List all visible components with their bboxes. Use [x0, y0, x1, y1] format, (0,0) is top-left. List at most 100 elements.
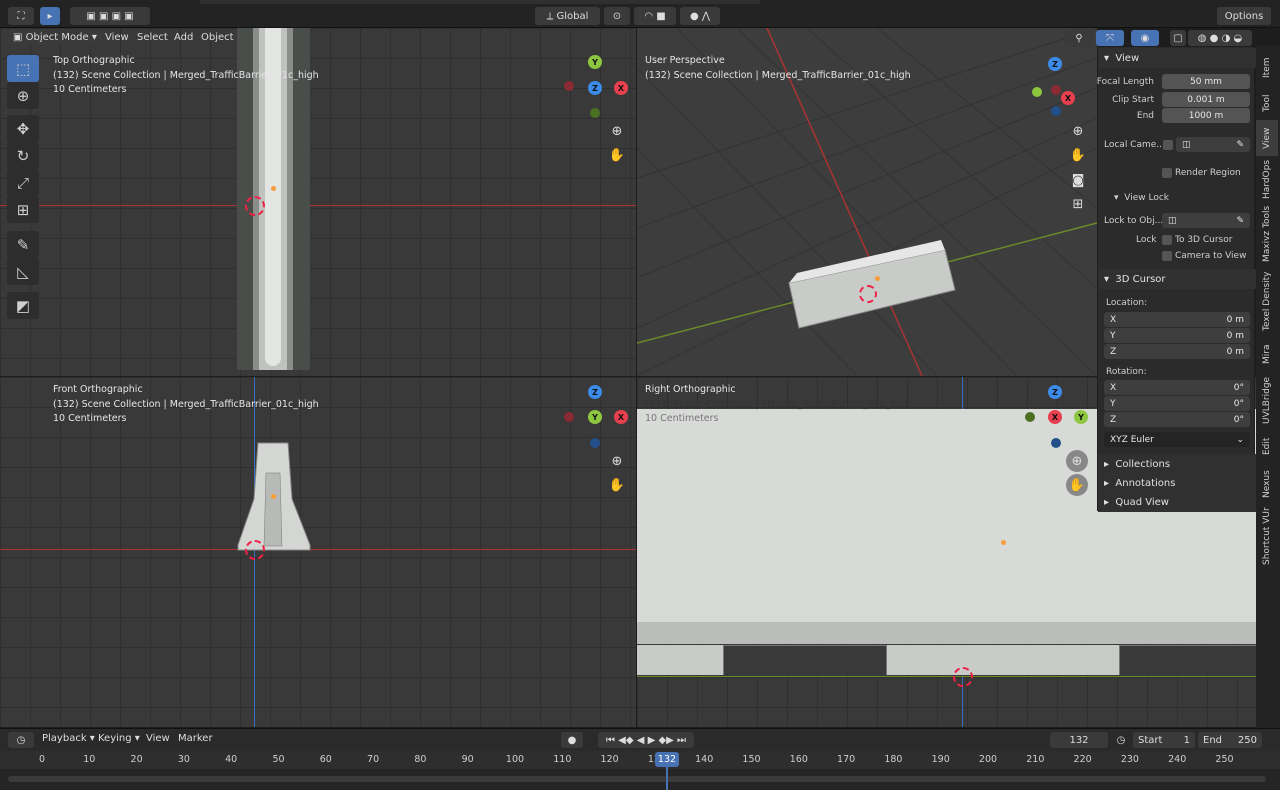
tab-mira[interactable]: Mira — [1256, 336, 1278, 372]
viewport-front-ortho[interactable]: Front Orthographic (132) Scene Collectio… — [0, 377, 636, 727]
quad-view-panel-header[interactable]: ▸ Quad View — [1098, 492, 1256, 512]
gizmo-neg-z[interactable] — [1051, 438, 1061, 448]
start-frame-field[interactable]: Start 1 — [1133, 732, 1195, 748]
annotations-panel-header[interactable]: ▸ Annotations — [1098, 473, 1256, 493]
tab-edit[interactable]: Edit — [1256, 428, 1278, 464]
select-menu[interactable]: Select — [137, 29, 168, 45]
grid-view-icon[interactable]: ⊞ — [1067, 193, 1089, 215]
timeline-view-menu[interactable]: View — [146, 733, 170, 744]
visibility-dropdown[interactable]: ⚲ — [1065, 30, 1093, 46]
focal-length-field[interactable]: 50 mm — [1162, 74, 1250, 89]
tab-uvlbridge[interactable]: UVLBridge — [1256, 372, 1278, 428]
gizmo-neg-x[interactable] — [1051, 85, 1061, 95]
local-camera-checkbox[interactable] — [1163, 140, 1173, 150]
gizmo-y-axis[interactable]: Y — [1074, 410, 1088, 424]
clip-start-field[interactable]: 0.001 m — [1162, 92, 1250, 107]
view-menu[interactable]: View — [105, 29, 129, 45]
gizmo-x-axis[interactable]: X — [614, 410, 628, 424]
view-lock-subheader[interactable]: ▾ View Lock — [1114, 193, 1169, 203]
gizmo-z-axis[interactable]: Z — [1048, 385, 1062, 399]
tab-tool[interactable]: Tool — [1256, 86, 1278, 120]
shading-mode-buttons[interactable]: ◍ ● ◑ ◒ — [1188, 30, 1252, 46]
to-3d-cursor-checkbox[interactable] — [1162, 235, 1172, 245]
clip-end-field[interactable]: 1000 m — [1162, 108, 1250, 123]
viewport-perspective[interactable]: User Perspective (132) Scene Collection … — [637, 28, 1097, 376]
clock-icon[interactable]: ◷ — [1112, 732, 1130, 748]
current-frame-field[interactable]: 132 — [1050, 732, 1108, 748]
gizmo-y-axis[interactable]: Y — [588, 55, 602, 69]
gizmo-neg-z[interactable] — [1051, 106, 1061, 116]
gizmo-neg-x[interactable] — [564, 81, 574, 91]
timeline-scrub-area[interactable] — [0, 769, 1280, 790]
move-tool[interactable]: ✥ — [7, 115, 39, 142]
pan-hand-icon[interactable]: ✋ — [606, 144, 628, 166]
frame-ruler[interactable]: 0102030405060708090100110120130140150160… — [0, 751, 1280, 769]
add-cube-tool[interactable]: ◩ — [7, 292, 39, 319]
viewport-top-ortho[interactable]: ▣ Object Mode ▾ View Select Add Object T… — [0, 28, 636, 376]
gizmo-z-axis[interactable]: Z — [588, 385, 602, 399]
eyedropper-icon[interactable]: ✎ — [1236, 216, 1244, 226]
select-box-tool[interactable]: ⬚ — [7, 55, 39, 82]
tab-texel-density[interactable]: Texel Density — [1256, 266, 1278, 336]
gizmo-toggle-button[interactable]: ⤧ — [1096, 30, 1124, 46]
gizmo-neg-z[interactable] — [590, 438, 600, 448]
location-y-field[interactable]: Y0 m — [1104, 328, 1250, 343]
zoom-icon[interactable]: ⊕ — [606, 120, 628, 142]
selection-mode-buttons[interactable]: ▣ ▣ ▣ ▣ — [70, 7, 150, 25]
rotate-tool[interactable]: ↻ — [7, 142, 39, 169]
gizmo-x-axis[interactable]: X — [614, 81, 628, 95]
proportional-edit-button[interactable]: ● ⋀ — [680, 7, 720, 25]
playback-menu[interactable]: Playback ▾ — [42, 733, 95, 744]
gizmo-x-axis[interactable]: X — [1048, 410, 1062, 424]
tab-item[interactable]: Item — [1256, 50, 1278, 86]
zoom-icon[interactable]: ⊕ — [1066, 450, 1088, 472]
overlay-toggle-button[interactable]: ◉ — [1131, 30, 1159, 46]
transform-tool[interactable]: ⊞ — [7, 196, 39, 223]
object-menu[interactable]: Object — [201, 29, 234, 45]
camera-icon[interactable]: ◙ — [1067, 169, 1089, 191]
camera-to-view-checkbox[interactable] — [1162, 251, 1172, 261]
rotation-y-field[interactable]: Y 0° — [1104, 396, 1250, 411]
annotate-tool[interactable]: ✎ — [7, 231, 39, 258]
pan-hand-icon[interactable]: ✋ — [1066, 474, 1088, 496]
keying-menu[interactable]: Keying ▾ — [98, 733, 140, 744]
zoom-icon[interactable]: ⊕ — [606, 450, 628, 472]
render-region-checkbox[interactable] — [1162, 168, 1172, 178]
gizmo-y-axis[interactable] — [1032, 87, 1042, 97]
add-menu[interactable]: Add — [174, 29, 193, 45]
gizmo-x-axis[interactable]: X — [1061, 91, 1075, 105]
marker-menu[interactable]: Marker — [178, 733, 213, 744]
3d-cursor-panel-header[interactable]: ▾ 3D Cursor — [1098, 269, 1256, 289]
gizmo-neg-x[interactable] — [564, 412, 574, 422]
rotation-x-field[interactable]: X 0° — [1104, 380, 1250, 395]
editor-type-button[interactable]: ⛶ — [8, 7, 34, 25]
gizmo-neg-y[interactable] — [590, 108, 600, 118]
gizmo-neg-y[interactable] — [1025, 412, 1035, 422]
measure-tool[interactable]: ◺ — [7, 258, 39, 285]
pan-hand-icon[interactable]: ✋ — [606, 474, 628, 496]
tab-hardops[interactable]: HardOps — [1256, 156, 1278, 202]
local-camera-field[interactable]: ◫ ✎ — [1176, 137, 1250, 152]
tab-shortcut-vur[interactable]: Shortcut VUr — [1256, 504, 1278, 568]
scale-tool[interactable]: ⤢ — [7, 169, 39, 196]
select-tool-button[interactable]: ▸ — [40, 7, 60, 25]
lock-to-object-field[interactable]: ◫ ✎ — [1162, 213, 1250, 228]
transform-orientation-dropdown[interactable]: ⟂ Global — [535, 7, 600, 25]
view-panel-header[interactable]: ▾ View — [1098, 48, 1256, 68]
tab-nexus[interactable]: Nexus — [1256, 464, 1278, 504]
playhead-label[interactable]: 132 — [655, 752, 679, 767]
zoom-icon[interactable]: ⊕ — [1067, 120, 1089, 142]
xray-toggle-button[interactable]: ▢ — [1170, 30, 1186, 46]
location-x-field[interactable]: X0 m — [1104, 312, 1250, 327]
rotation-mode-dropdown[interactable]: XYZ Euler ⌄ — [1104, 432, 1250, 447]
tab-maxivz-tools[interactable]: Maxivz Tools — [1256, 202, 1278, 266]
location-z-field[interactable]: Z0 m — [1104, 344, 1250, 359]
end-frame-field[interactable]: End 250 — [1198, 732, 1262, 748]
record-button[interactable]: ● — [561, 732, 583, 748]
timeline-scrollbar[interactable] — [8, 776, 1266, 782]
pivot-point-dropdown[interactable]: ⊙ — [604, 7, 630, 25]
gizmo-z-axis[interactable]: Z — [588, 81, 602, 95]
rotation-z-field[interactable]: Z 0° — [1104, 412, 1250, 427]
gizmo-y-axis[interactable]: Y — [588, 410, 602, 424]
gizmo-z-axis[interactable]: Z — [1048, 57, 1062, 71]
